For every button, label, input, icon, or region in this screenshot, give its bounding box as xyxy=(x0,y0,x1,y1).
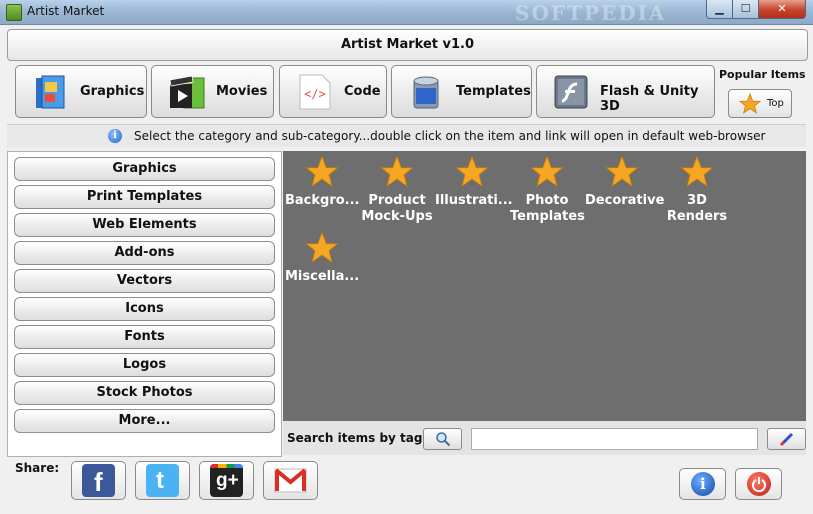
sidebar-item-add-ons[interactable]: Add-ons xyxy=(14,241,275,265)
top-label: Top xyxy=(767,98,784,109)
sidebar-item-vectors[interactable]: Vectors xyxy=(14,269,275,293)
gmail-icon xyxy=(274,468,307,493)
facebook-icon: f xyxy=(82,464,115,497)
title-bar[interactable]: Artist Market SOFTPEDIA ▁ ☐ ✕ xyxy=(0,0,813,25)
maximize-button[interactable]: ☐ xyxy=(732,0,759,19)
info-icon: i xyxy=(691,472,715,496)
category-templates-button[interactable]: Templates xyxy=(391,65,532,118)
info-icon: i xyxy=(108,129,122,143)
book-icon xyxy=(36,75,65,109)
grid-item-label: Backgro... xyxy=(285,193,360,208)
brush-icon xyxy=(779,432,794,447)
search-button[interactable] xyxy=(423,428,462,450)
app-icon xyxy=(6,4,22,21)
category-label: Graphics xyxy=(80,84,145,99)
grid-item-decorative[interactable]: Decorative xyxy=(585,155,664,209)
share-label: Share: xyxy=(15,461,60,475)
sidebar-item-web-elements[interactable]: Web Elements xyxy=(14,213,275,237)
star-icon xyxy=(739,93,761,115)
power-icon xyxy=(747,472,771,496)
paint-bucket-icon xyxy=(413,76,439,109)
search-label: Search items by tags xyxy=(287,431,430,445)
share-google-plus-button[interactable]: g+ xyxy=(199,461,254,500)
star-icon xyxy=(305,155,339,188)
search-bar: Search items by tags xyxy=(283,421,806,455)
grid-item-label: Product Mock-Ups xyxy=(361,193,433,224)
app-window: Artist Market SOFTPEDIA ▁ ☐ ✕ Artist Mar… xyxy=(0,0,813,514)
window-title: Artist Market xyxy=(27,4,105,18)
grid-item-miscellaneous[interactable]: Miscella... xyxy=(285,231,359,285)
star-icon xyxy=(605,155,639,188)
google-plus-icon: g+ xyxy=(210,464,243,497)
share-facebook-button[interactable]: f xyxy=(71,461,126,500)
search-input[interactable] xyxy=(471,428,758,450)
watermark: SOFTPEDIA xyxy=(515,1,667,25)
minimize-button[interactable]: ▁ xyxy=(706,0,733,19)
category-label: Movies xyxy=(216,84,268,99)
sidebar-item-logos[interactable]: Logos xyxy=(14,353,275,377)
about-button[interactable]: i xyxy=(679,468,726,500)
sidebar-item-icons[interactable]: Icons xyxy=(14,297,275,321)
grid-item-photo-templates[interactable]: Photo Templates xyxy=(510,155,585,225)
category-movies-button[interactable]: Movies xyxy=(151,65,274,118)
star-icon xyxy=(380,155,414,188)
sidebar-item-fonts[interactable]: Fonts xyxy=(14,325,275,349)
star-icon xyxy=(530,155,564,188)
grid-item-label: 3D Renders xyxy=(666,193,728,224)
grid-item-product-mockups[interactable]: Product Mock-Ups xyxy=(360,155,434,225)
grid-item-label: Miscella... xyxy=(285,269,360,284)
share-twitter-button[interactable]: t xyxy=(135,461,190,500)
info-text: Select the category and sub-category...d… xyxy=(134,129,766,143)
share-gmail-button[interactable] xyxy=(263,461,318,500)
grid-item-3d-renders[interactable]: 3D Renders xyxy=(660,155,734,225)
info-bar: i Select the category and sub-category..… xyxy=(7,124,806,147)
sidebar-item-stock-photos[interactable]: Stock Photos xyxy=(14,381,275,405)
grid-item-label: Decorative xyxy=(585,193,665,208)
category-code-button[interactable]: </> Code xyxy=(279,65,387,118)
clear-search-button[interactable] xyxy=(767,428,806,450)
grid-item-label: Photo Templates xyxy=(510,193,585,224)
category-label: Templates xyxy=(456,84,531,99)
app-header: Artist Market v1.0 xyxy=(7,29,808,61)
twitter-icon: t xyxy=(146,464,179,497)
sidebar-item-graphics[interactable]: Graphics xyxy=(14,157,275,181)
grid-item-label: Illustrati... xyxy=(435,193,513,208)
sidebar-item-more[interactable]: More... xyxy=(14,409,275,433)
category-label: Flash & Unity 3D xyxy=(600,84,699,114)
exit-button[interactable] xyxy=(735,468,782,500)
magnifier-icon xyxy=(436,432,451,447)
flash-icon xyxy=(554,75,588,109)
category-flash-unity-button[interactable]: Flash & Unity 3D xyxy=(536,65,715,118)
star-icon xyxy=(680,155,714,188)
film-clapper-icon xyxy=(169,75,205,109)
code-document-icon: </> xyxy=(299,74,331,110)
category-label: Code xyxy=(344,84,381,99)
close-button[interactable]: ✕ xyxy=(758,0,806,19)
star-icon xyxy=(455,155,489,188)
subcategory-sidebar: Graphics Print Templates Web Elements Ad… xyxy=(7,151,282,457)
sidebar-item-print-templates[interactable]: Print Templates xyxy=(14,185,275,209)
category-graphics-button[interactable]: Graphics xyxy=(15,65,147,118)
svg-text:</>: </> xyxy=(304,87,326,101)
grid-item-illustrations[interactable]: Illustrati... xyxy=(435,155,513,209)
popular-items-label: Popular Items xyxy=(719,68,806,81)
top-items-button[interactable]: Top xyxy=(728,89,792,118)
star-icon xyxy=(305,231,339,264)
items-grid: Backgro... Product Mock-Ups Illustrati..… xyxy=(283,151,806,421)
grid-item-backgrounds[interactable]: Backgro... xyxy=(285,155,360,209)
